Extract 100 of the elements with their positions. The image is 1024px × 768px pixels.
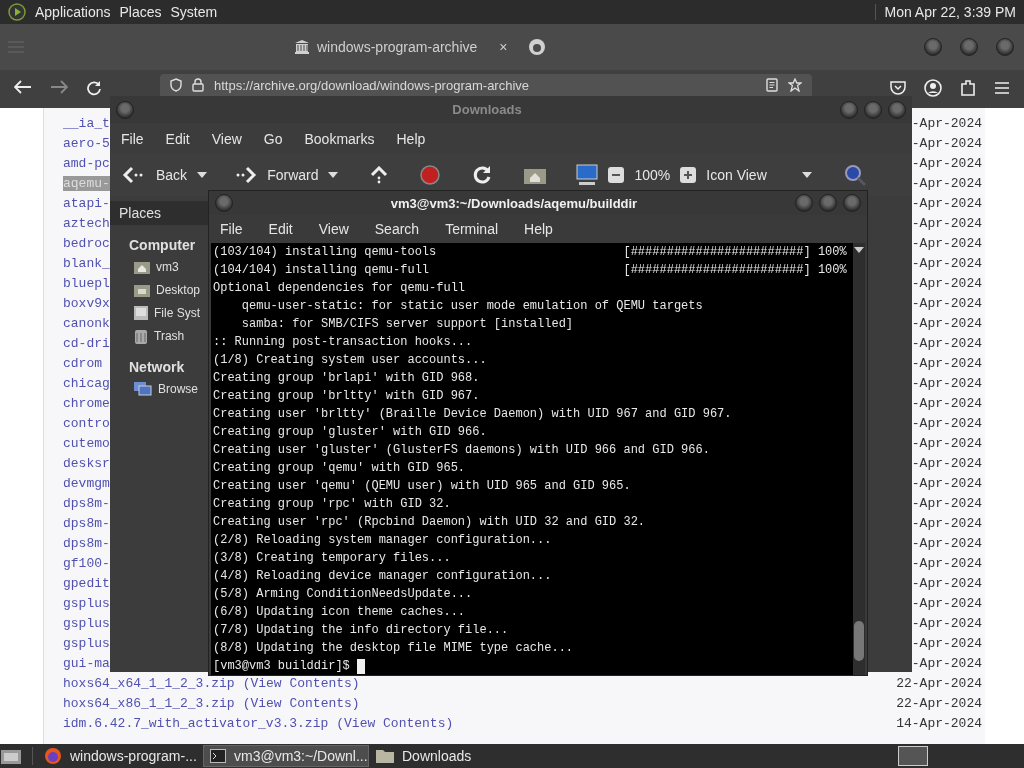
file-link[interactable]: gf100-	[63, 555, 110, 571]
window-button[interactable]	[996, 38, 1014, 56]
file-link[interactable]: amd-pc	[63, 155, 110, 171]
panel-menu[interactable]: Places	[119, 4, 162, 20]
file-link[interactable]: boxv9x	[63, 295, 110, 311]
file-link[interactable]: contro	[63, 415, 110, 431]
scroll-up-arrow-icon[interactable]	[854, 247, 864, 253]
menu-item[interactable]: Edit	[165, 130, 190, 147]
file-link[interactable]: blank_	[63, 255, 110, 271]
clock[interactable]: Mon Apr 22, 3:39 PM	[875, 4, 1016, 20]
file-link[interactable]: gsplus	[63, 635, 110, 651]
file-link[interactable]: chrome	[63, 395, 110, 411]
file-link[interactable]: chicag	[63, 375, 110, 391]
view-mode-dropdown[interactable]: Icon View	[706, 167, 793, 183]
scrollbar-thumb[interactable]	[854, 621, 864, 661]
menu-item[interactable]: View	[318, 221, 349, 237]
menu-item[interactable]: Edit	[268, 221, 293, 237]
file-link[interactable]: devmgm	[63, 475, 110, 491]
file-link[interactable]: cdrom	[63, 355, 102, 371]
window-button[interactable]	[215, 194, 233, 212]
file-link[interactable]: dps8m-	[63, 535, 110, 551]
window-button[interactable]	[924, 38, 942, 56]
places-header[interactable]: Places	[110, 201, 208, 225]
window-button[interactable]	[819, 194, 837, 212]
forward-button[interactable]: Forward	[267, 167, 319, 183]
file-link[interactable]: desksr	[63, 455, 110, 471]
browser-tab[interactable]: windows-program-archive	[287, 28, 486, 66]
file-link[interactable]: gsplus	[63, 595, 110, 611]
back-button[interactable]: Back	[156, 167, 188, 183]
file-link[interactable]: bedroc	[63, 235, 110, 251]
sidebar-item[interactable]: Trash	[154, 328, 185, 343]
zoom-in-icon[interactable]	[680, 167, 697, 183]
file-link[interactable]: atapi-	[63, 195, 110, 211]
view-contents-link[interactable]: (View Contents)	[242, 675, 360, 691]
menu-item[interactable]: Go	[263, 130, 283, 147]
home-folder-icon[interactable]	[524, 166, 547, 184]
computer-icon[interactable]	[576, 164, 599, 186]
close-icon[interactable]: ×	[499, 39, 508, 55]
terminal-icon[interactable]	[210, 749, 226, 763]
file-link[interactable]: aero-5	[63, 135, 110, 151]
account-icon[interactable]	[924, 79, 942, 97]
extensions-icon[interactable]	[960, 79, 976, 97]
menu-icon[interactable]	[994, 81, 1010, 95]
reload-icon[interactable]	[472, 165, 493, 185]
window-button[interactable]	[116, 100, 134, 119]
window-button[interactable]	[795, 194, 813, 212]
menu-item[interactable]: Search	[374, 221, 420, 237]
pocket-icon[interactable]	[890, 81, 906, 95]
file-link[interactable]: cd-dri	[63, 335, 110, 351]
file-link[interactable]: gui-ma	[63, 655, 110, 671]
sidebar-item[interactable]: Browse	[158, 381, 198, 396]
file-link[interactable]: hoxs64_x86_1_1_2_3.zip	[63, 695, 235, 711]
reload-icon[interactable]	[86, 80, 102, 96]
zoom-out-icon[interactable]	[608, 167, 625, 183]
back-arrow-icon[interactable]	[14, 80, 32, 94]
menu-item[interactable]: Help	[524, 221, 553, 237]
caret-icon[interactable]	[328, 172, 339, 178]
workspace-switcher[interactable]	[898, 746, 928, 766]
view-contents-link[interactable]: (View Contents)	[336, 715, 454, 731]
file-link[interactable]: canonk	[63, 315, 110, 331]
reader-view-icon[interactable]	[766, 78, 778, 92]
caret-icon[interactable]	[197, 172, 208, 178]
file-link[interactable]: gpedit	[63, 575, 110, 591]
menu-item[interactable]: View	[211, 130, 242, 147]
view-contents-link[interactable]: (View Contents)	[242, 695, 360, 711]
file-link[interactable]: dps8m-	[63, 495, 110, 511]
sidebar-item[interactable]: Desktop	[156, 282, 201, 297]
sidebar-item[interactable]: File Syst	[154, 305, 200, 320]
menu-item[interactable]: Terminal	[445, 221, 499, 237]
taskbar-item[interactable]: windows-program-...	[37, 745, 203, 767]
file-link[interactable]: __ia_t	[63, 115, 110, 131]
menu-item[interactable]: File	[121, 130, 144, 147]
file-link[interactable]: dps8m-	[63, 515, 110, 531]
file-link[interactable]: cutemo	[63, 435, 110, 451]
panel-menu[interactable]: System	[170, 4, 218, 20]
file-link[interactable]: idm.6.42.7_with_activator_v3.3.zip	[63, 715, 329, 731]
caret-icon[interactable]	[802, 172, 813, 178]
folder-icon[interactable]	[376, 749, 394, 763]
window-button[interactable]	[864, 100, 882, 119]
app-logo-icon[interactable]	[8, 3, 26, 21]
taskbar-item[interactable]: vm3@vm3:~/Downl...	[203, 745, 369, 767]
menu-item[interactable]: Bookmarks	[304, 130, 375, 147]
window-button[interactable]	[840, 100, 858, 119]
file-link[interactable]: gsplus	[63, 615, 110, 631]
file-link[interactable]: hoxs64_x64_1_1_2_3.zip	[63, 675, 235, 691]
menu-item[interactable]: File	[220, 221, 243, 237]
search-icon[interactable]	[844, 164, 867, 186]
up-arrow-icon[interactable]	[370, 166, 389, 184]
window-button[interactable]	[960, 38, 978, 56]
sidebar-item[interactable]: vm3	[156, 259, 179, 274]
file-link[interactable]: bluepl	[63, 275, 110, 291]
panel-menu[interactable]: Applications	[35, 4, 111, 20]
file-link[interactable]: aztech	[63, 215, 110, 231]
stop-icon[interactable]	[420, 165, 441, 185]
window-button[interactable]	[843, 194, 861, 212]
browser-icon[interactable]	[44, 747, 62, 765]
star-icon[interactable]	[788, 78, 802, 92]
menu-item[interactable]: Help	[396, 130, 426, 147]
show-desktop-icon[interactable]	[0, 747, 22, 765]
address-bar[interactable]: https://archive.org/download/windows-program-archive	[160, 74, 812, 96]
